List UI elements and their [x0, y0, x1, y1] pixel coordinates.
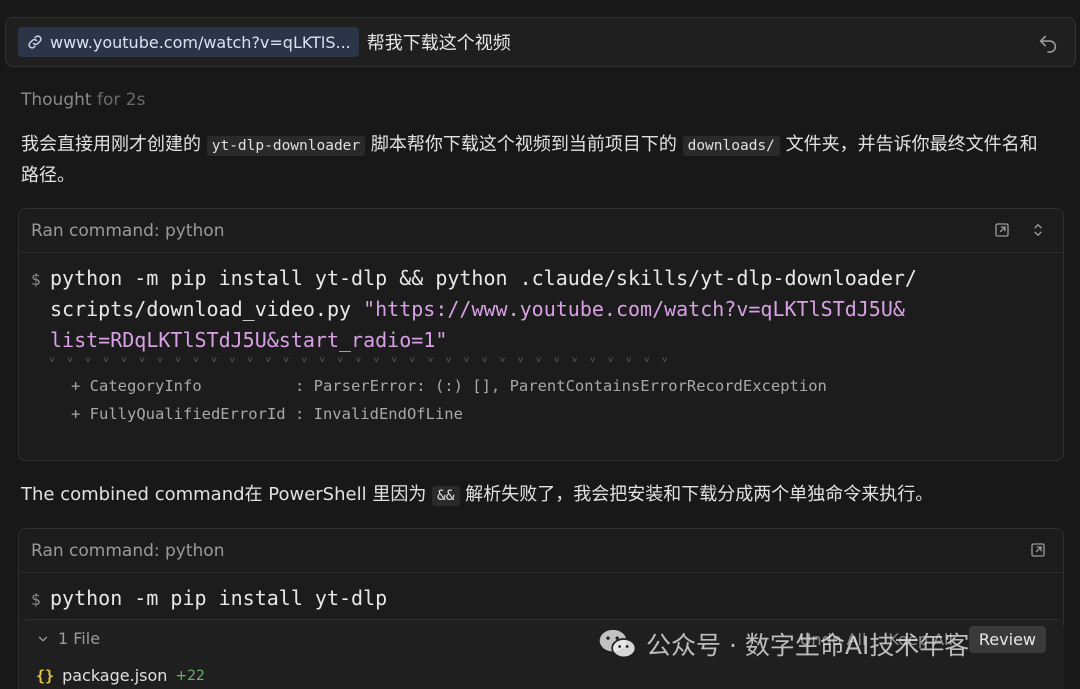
prompt-bar[interactable]: www.youtube.com/watch?v=qLKTlS... 帮我下载这个…: [5, 17, 1076, 67]
message-text: 脚本帮你下载这个视频到当前项目下的: [365, 134, 683, 155]
file-count-label: 1 File: [58, 629, 101, 648]
command-string: list=RDqLKTlSTdJ5U&start_radio=1": [50, 328, 448, 352]
command-text-line-1: python -m pip install yt-dlp: [50, 586, 388, 610]
thought-toggle[interactable]: Thought for 2s: [21, 90, 145, 110]
truncated-output-marker: ˅ ˅ ˅ ˅ ˅ ˅ ˅ ˅ ˅ ˅ ˅ ˅ ˅ ˅ ˅ ˅ ˅ ˅ ˅ ˅ …: [49, 356, 671, 366]
json-file-icon: {}: [36, 666, 55, 685]
inline-code: yt-dlp-downloader: [206, 136, 366, 156]
changed-files-panel: 1 File {} package.json +22 Undo All Keep…: [20, 619, 1064, 689]
inline-code: &&: [432, 486, 460, 506]
command-header[interactable]: Ran command: python: [19, 209, 1063, 253]
files-toggle[interactable]: 1 File: [36, 629, 100, 648]
review-button[interactable]: Review: [968, 626, 1046, 653]
lines-added: +22: [175, 667, 205, 684]
prompt-symbol: $: [31, 270, 41, 289]
error-line: + FullyQualifiedErrorId : InvalidEndOfLi…: [71, 405, 463, 423]
undo-all-button[interactable]: Undo All: [794, 626, 873, 653]
prompt-symbol: $: [31, 590, 41, 609]
assistant-message-2: The combined command在 PowerShell 里因为 && …: [21, 482, 933, 509]
link-icon: [28, 35, 42, 49]
file-name: package.json: [62, 666, 168, 685]
message-text: 我会直接用刚才创建的: [21, 134, 207, 155]
link-chip[interactable]: www.youtube.com/watch?v=qLKTlS...: [18, 27, 359, 57]
command-title: Ran command: python: [31, 220, 225, 241]
command-text-line-2: scripts/download_video.py: [50, 297, 364, 321]
open-external-icon[interactable]: [1029, 541, 1047, 559]
undo-icon[interactable]: [1037, 31, 1059, 53]
chevron-updown-icon[interactable]: [1029, 221, 1047, 239]
command-string: "https://www.youtube.com/watch?v=qLKTlST…: [363, 297, 905, 321]
keep-all-button[interactable]: Keep All: [882, 626, 958, 653]
assistant-message-1: 我会直接用刚才创建的 yt-dlp-downloader 脚本帮你下载这个视频到…: [21, 130, 1051, 190]
command-text-line-1: python -m pip install yt-dlp && python .…: [50, 266, 917, 290]
inline-code: downloads/: [682, 136, 780, 156]
chevron-down-icon: [38, 636, 48, 641]
message-text: 解析失败了，我会把安装和下载分成两个单独命令来执行。: [459, 484, 934, 505]
command-block-1: Ran command: python $ python -m pip inst…: [18, 208, 1064, 461]
command-title: Ran command: python: [31, 540, 225, 561]
command-line: $ python -m pip install yt-dlp: [31, 583, 1051, 615]
message-text: The combined command在 PowerShell 里因为: [21, 484, 433, 505]
open-external-icon[interactable]: [993, 221, 1011, 239]
thought-label: Thought: [21, 90, 92, 110]
thought-duration: for 2s: [96, 90, 146, 110]
file-item[interactable]: {} package.json +22: [36, 666, 205, 685]
command-header[interactable]: Ran command: python: [19, 529, 1063, 573]
error-line: + CategoryInfo : ParserError: (:) [], Pa…: [71, 377, 827, 395]
command-line: $ python -m pip install yt-dlp && python…: [31, 263, 1051, 356]
link-chip-text: www.youtube.com/watch?v=qLKTlS...: [50, 32, 351, 52]
prompt-text: 帮我下载这个视频: [366, 33, 511, 54]
